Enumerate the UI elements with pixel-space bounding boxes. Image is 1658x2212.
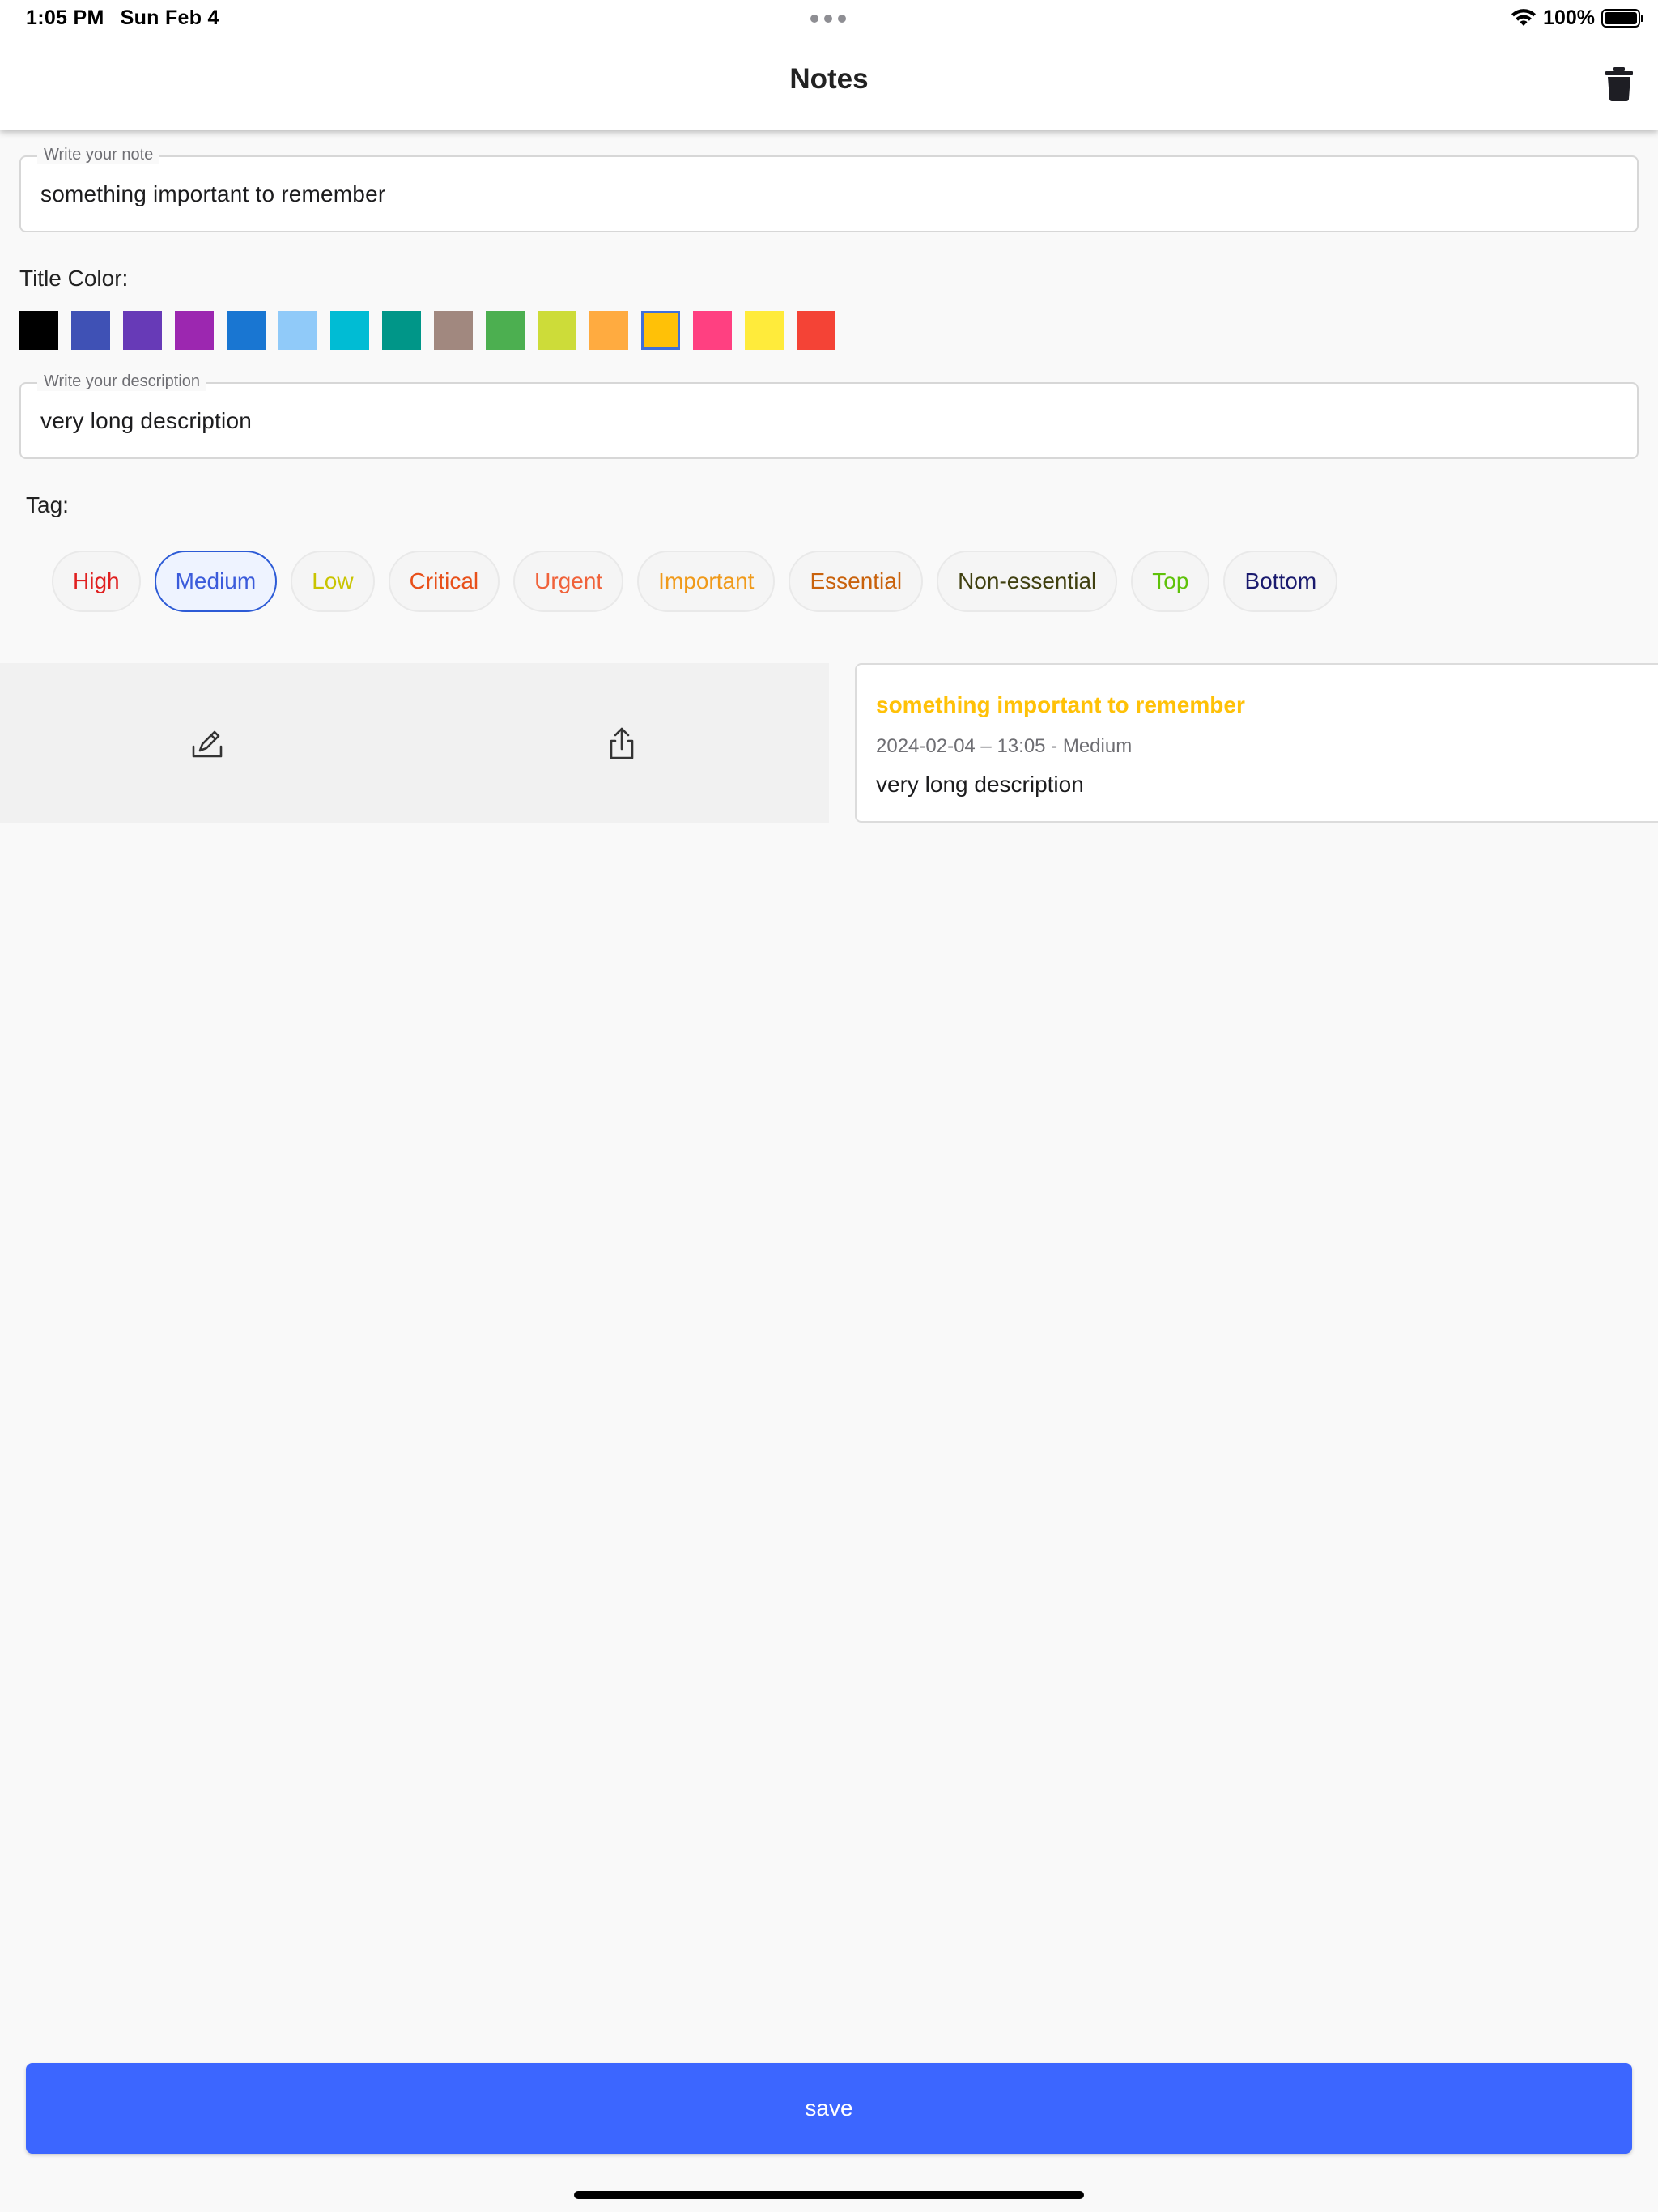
color-swatch[interactable] [278, 311, 317, 350]
share-note-button[interactable] [414, 663, 829, 823]
tag-chip-low[interactable]: Low [291, 551, 375, 612]
note-card[interactable]: something important to remember 2024-02-… [855, 663, 1658, 823]
note-field[interactable]: Write your note something important to r… [19, 146, 1639, 232]
color-swatch[interactable] [745, 311, 784, 350]
notes-screen: 1:05 PM Sun Feb 4 100% Notes Write your n… [0, 0, 1658, 2212]
note-field-label: Write your note [37, 146, 160, 164]
save-button[interactable]: save [26, 2063, 1632, 2154]
tag-chip-medium[interactable]: Medium [154, 551, 278, 612]
tag-chip-top[interactable]: Top [1131, 551, 1210, 612]
tag-chip-bottom[interactable]: Bottom [1223, 551, 1338, 612]
color-swatch[interactable] [538, 311, 576, 350]
share-icon [610, 727, 634, 759]
tag-chip-urgent[interactable]: Urgent [513, 551, 624, 612]
status-date: Sun Feb 4 [120, 6, 219, 29]
color-swatch[interactable] [19, 311, 58, 350]
trash-icon[interactable] [1603, 66, 1635, 102]
battery-icon [1601, 9, 1643, 28]
tag-chip-critical[interactable]: Critical [388, 551, 500, 612]
color-swatch[interactable] [330, 311, 369, 350]
description-field-value: very long description [40, 408, 252, 433]
title-color-swatches [19, 311, 835, 350]
note-field-value: something important to remember [40, 181, 386, 206]
color-swatch[interactable] [434, 311, 473, 350]
edit-icon [192, 730, 223, 757]
tag-label: Tag: [26, 492, 69, 517]
note-meta: 2024-02-04 – 13:05 - Medium [876, 735, 1133, 757]
battery-percentage: 100% [1543, 6, 1595, 29]
description-field-label: Write your description [37, 372, 207, 391]
color-swatch[interactable] [641, 311, 680, 350]
tag-chip-important[interactable]: Important [637, 551, 776, 612]
tag-chips: High Medium Low Critical Urgent Important Esse… [52, 551, 1338, 612]
color-swatch[interactable] [175, 311, 214, 350]
tag-chip-essential[interactable]: Essential [789, 551, 924, 612]
multitasking-dots-icon[interactable] [810, 15, 846, 23]
note-title: something important to remember [876, 692, 1245, 717]
color-swatch[interactable] [693, 311, 732, 350]
home-indicator [574, 2191, 1084, 2199]
color-swatch[interactable] [123, 311, 162, 350]
color-swatch[interactable] [382, 311, 421, 350]
status-bar-right: 100% [1511, 6, 1643, 30]
color-swatch[interactable] [227, 311, 266, 350]
description-field[interactable]: Write your description very long descrip… [19, 372, 1639, 459]
status-bar-time: 1:05 PM Sun Feb 4 [26, 6, 236, 30]
tag-chip-high[interactable]: High [52, 551, 141, 612]
color-swatch[interactable] [797, 311, 835, 350]
title-color-label: Title Color: [19, 266, 129, 291]
header: 1:05 PM Sun Feb 4 100% Notes [0, 0, 1658, 130]
color-swatch[interactable] [486, 311, 525, 350]
note-description: very long description [876, 772, 1084, 797]
note-swipe-actions [0, 663, 829, 823]
color-swatch[interactable] [589, 311, 628, 350]
status-time: 1:05 PM [26, 6, 104, 29]
tag-chip-non-essential[interactable]: Non-essential [937, 551, 1118, 612]
color-swatch[interactable] [71, 311, 110, 350]
edit-note-button[interactable] [0, 663, 414, 823]
page-title: Notes [789, 63, 869, 95]
wifi-icon [1511, 8, 1537, 26]
